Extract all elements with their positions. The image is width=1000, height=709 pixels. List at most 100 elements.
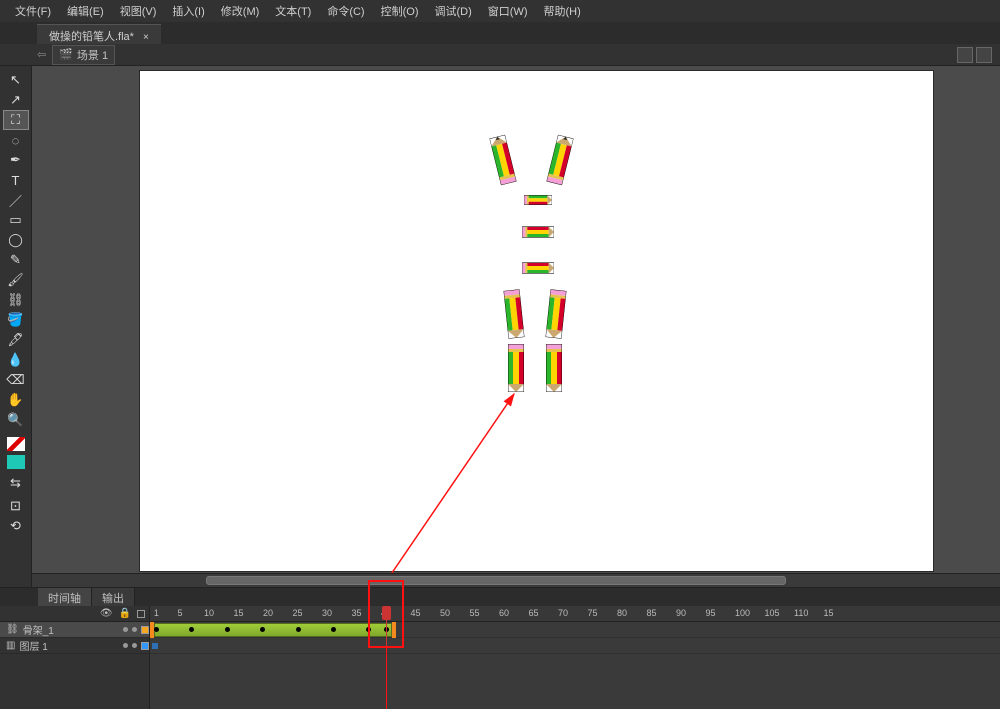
ruler-tick-10: 10 [204, 608, 214, 618]
layer-visibility-dot[interactable] [123, 643, 128, 648]
callout-highlight-rect [368, 580, 404, 648]
zoom-tool[interactable]: 🔍 [3, 410, 29, 430]
selection-tool[interactable]: ↖ [3, 70, 29, 90]
oval-tool[interactable]: ◯ [3, 230, 29, 250]
ruler-tick-25: 25 [293, 608, 303, 618]
layer-visibility-dot[interactable] [123, 627, 128, 632]
snap-option-icon[interactable]: ⊡ [3, 496, 29, 516]
ruler-tick-30: 30 [322, 608, 332, 618]
tab-output[interactable]: 输出 [92, 588, 135, 606]
layer-row-1[interactable]: ▥ 图层 1 [0, 638, 149, 654]
pencil-shin-left [508, 344, 524, 392]
scene-bar: ⇦ 🎬 场景 1 [0, 44, 1000, 66]
ruler-tick-55: 55 [470, 608, 480, 618]
ruler-tick-35: 35 [352, 608, 362, 618]
tab-timeline[interactable]: 时间轴 [38, 588, 92, 606]
menu-modify[interactable]: 修改(M) [214, 1, 267, 21]
pencil-chest [522, 218, 554, 246]
ruler-tick-75: 75 [588, 608, 598, 618]
menu-control[interactable]: 控制(O) [374, 1, 426, 21]
pencil-tool[interactable]: ✎ [3, 250, 29, 270]
armature-icon: ⛓ [6, 624, 19, 635]
track-row-armature[interactable] [150, 622, 1000, 638]
swap-colors-icon[interactable]: ⇆ [3, 476, 29, 490]
layer-row-armature[interactable]: ⛓ 骨架_1 [0, 622, 149, 638]
stage-area[interactable] [32, 66, 1000, 587]
layer-icon: ▥ [6, 640, 15, 651]
pen-tool[interactable]: ✒ [3, 150, 29, 170]
scene-clapper-icon: 🎬 [59, 48, 73, 61]
layer-name-0: 骨架_1 [23, 622, 54, 637]
lock-column-icon[interactable]: 🔒 [119, 608, 131, 619]
menu-insert[interactable]: 插入(I) [165, 1, 211, 21]
keyframe-1[interactable] [154, 627, 159, 632]
line-tool[interactable]: ／ [3, 190, 29, 210]
bone-tool[interactable]: ⛓ [3, 290, 29, 310]
ruler-tick-60: 60 [499, 608, 509, 618]
rectangle-tool[interactable]: ▭ [3, 210, 29, 230]
ruler-tick-105: 105 [765, 608, 780, 618]
scrollbar-thumb[interactable] [206, 576, 786, 585]
ruler-tick-80: 80 [617, 608, 627, 618]
menu-file[interactable]: 文件(F) [8, 1, 58, 21]
ink-bottle-tool[interactable]: 🖋 [3, 330, 29, 350]
ruler-tick-20: 20 [263, 608, 273, 618]
keyframe-31[interactable] [331, 627, 336, 632]
hand-tool[interactable]: ✋ [3, 390, 29, 410]
ruler-tick-45: 45 [411, 608, 421, 618]
frame-ruler[interactable]: 1510152025303540455055606570758085909510… [150, 606, 1000, 622]
menu-bar: 文件(F) 编辑(E) 视图(V) 插入(I) 修改(M) 文本(T) 命令(C… [0, 0, 1000, 22]
eyedropper-tool[interactable]: 💧 [3, 350, 29, 370]
visibility-column-icon[interactable]: 👁 [100, 608, 113, 619]
ruler-tick-50: 50 [440, 608, 450, 618]
lasso-tool[interactable]: ◌ [3, 130, 29, 150]
stroke-color-swatch[interactable] [6, 436, 26, 452]
pencil-thigh-right [546, 289, 567, 338]
frame-track-panel[interactable]: 1510152025303540455055606570758085909510… [150, 606, 1000, 709]
scene-button[interactable]: 🎬 场景 1 [52, 45, 115, 65]
layer-lock-dot[interactable] [132, 643, 137, 648]
keyframe-25[interactable] [296, 627, 301, 632]
menu-edit[interactable]: 编辑(E) [60, 1, 111, 21]
track-row-1[interactable] [150, 638, 1000, 654]
outline-column-icon[interactable] [137, 610, 145, 618]
document-tab-bar: 做操的铅笔人.fla* × [0, 22, 1000, 44]
pencil-head [524, 188, 552, 212]
document-tab[interactable]: 做操的铅笔人.fla* × [37, 24, 161, 44]
pencil-belly [522, 254, 554, 282]
pencil-shin-right [546, 344, 562, 392]
stage-horizontal-scrollbar[interactable] [32, 573, 1000, 587]
menu-text[interactable]: 文本(T) [268, 1, 318, 21]
option-rotate-icon[interactable]: ⟲ [3, 516, 29, 536]
layer-outline-swatch[interactable] [141, 626, 149, 634]
keyframe-13[interactable] [225, 627, 230, 632]
ruler-tick-65: 65 [529, 608, 539, 618]
ruler-tick-5: 5 [178, 608, 183, 618]
layer-outline-swatch[interactable] [141, 642, 149, 650]
pencil-thigh-left [504, 289, 525, 338]
layer-lock-dot[interactable] [132, 627, 137, 632]
subselection-tool[interactable]: ↗ [3, 90, 29, 110]
brush-tool[interactable]: 🖌 [3, 270, 29, 290]
menu-window[interactable]: 窗口(W) [481, 1, 535, 21]
menu-view[interactable]: 视图(V) [113, 1, 164, 21]
menu-debug[interactable]: 调试(D) [428, 1, 479, 21]
symbol-icon[interactable] [976, 47, 992, 63]
paint-bucket-tool[interactable]: 🪣 [3, 310, 29, 330]
pencil-arm-right [546, 135, 573, 185]
edit-scene-icon[interactable] [957, 47, 973, 63]
document-tab-label: 做操的铅笔人.fla* [49, 31, 134, 43]
close-tab-icon[interactable]: × [143, 32, 149, 43]
pencil-arm-left [489, 135, 516, 185]
menu-help[interactable]: 帮助(H) [537, 1, 588, 21]
back-icon[interactable]: ⇦ [37, 48, 46, 61]
keyframe-blank[interactable] [152, 643, 158, 649]
ruler-tick-95: 95 [706, 608, 716, 618]
menu-commands[interactable]: 命令(C) [320, 1, 371, 21]
fill-color-swatch[interactable] [6, 454, 26, 470]
free-transform-tool[interactable]: ⛶ [3, 110, 29, 130]
eraser-tool[interactable]: ⌫ [3, 370, 29, 390]
callout-guideline [386, 648, 387, 709]
text-tool[interactable]: T [3, 170, 29, 190]
stage-canvas[interactable] [140, 71, 933, 571]
